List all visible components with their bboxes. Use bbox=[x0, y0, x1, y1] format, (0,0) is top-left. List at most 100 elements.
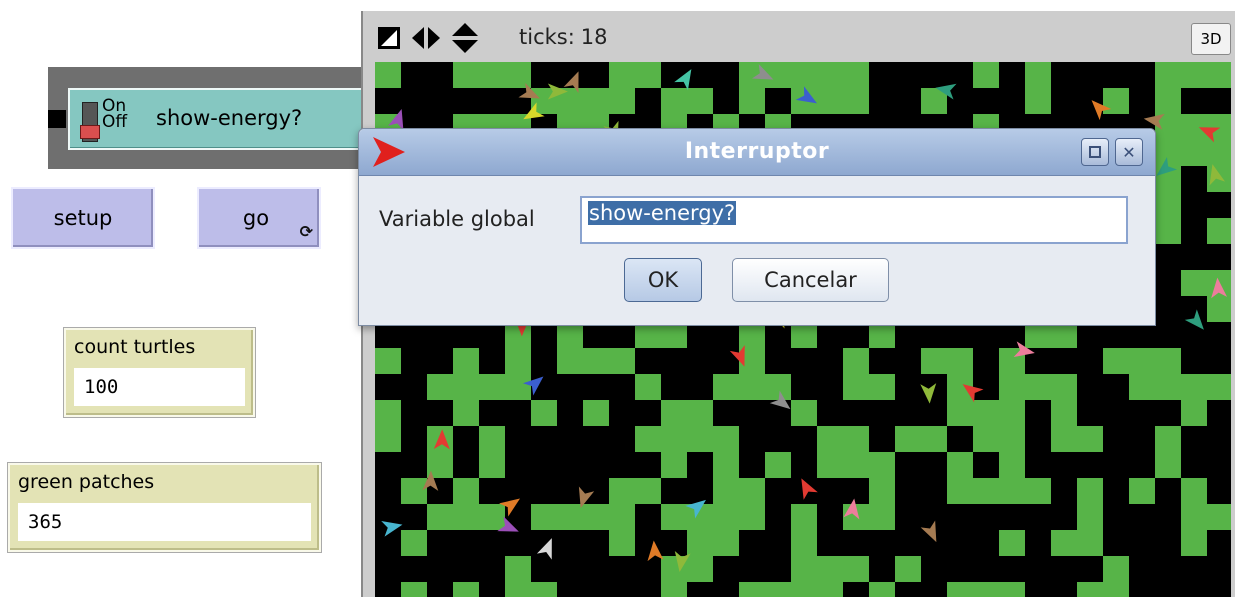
ticks-label: ticks: bbox=[519, 25, 575, 49]
count-turtles-monitor: count turtles 100 bbox=[64, 328, 255, 417]
toggle-track[interactable] bbox=[80, 102, 100, 142]
green-patch bbox=[1207, 296, 1231, 322]
green-patch bbox=[1025, 478, 1051, 504]
green-patch bbox=[739, 478, 765, 504]
green-patch bbox=[635, 374, 661, 400]
dialog-title: Interruptor bbox=[684, 139, 830, 164]
toggle-knob[interactable] bbox=[80, 125, 100, 139]
3d-view-button[interactable]: 3D bbox=[1191, 23, 1231, 55]
green-patch bbox=[1077, 504, 1103, 530]
green-patch bbox=[791, 582, 817, 597]
green-patch bbox=[1207, 140, 1231, 166]
widget-resize-handle[interactable] bbox=[48, 110, 66, 128]
forever-icon: ⟳ bbox=[299, 222, 313, 241]
green-patch bbox=[687, 426, 713, 452]
green-patch bbox=[999, 400, 1025, 426]
green-patch bbox=[921, 348, 947, 374]
green-patch bbox=[791, 504, 817, 530]
dialog-titlebar[interactable]: Interruptor ✕ bbox=[359, 129, 1155, 176]
green-patch bbox=[791, 530, 817, 556]
switch-edit-dialog: Interruptor ✕ Variable global show-energ… bbox=[358, 128, 1156, 326]
green-patch bbox=[947, 478, 973, 504]
green-patch bbox=[843, 374, 869, 400]
green-patch bbox=[713, 478, 739, 504]
green-patch bbox=[687, 556, 713, 582]
green-patch bbox=[947, 452, 973, 478]
green-patch bbox=[1025, 88, 1051, 114]
green-patch bbox=[765, 582, 791, 597]
green-patch bbox=[947, 348, 973, 374]
green-patch bbox=[713, 530, 739, 556]
green-patch bbox=[401, 582, 427, 597]
green-patch bbox=[1155, 218, 1181, 244]
monitor-label: count turtles bbox=[74, 336, 196, 358]
close-icon[interactable]: ✕ bbox=[1115, 138, 1143, 166]
green-patch bbox=[375, 348, 401, 374]
green-patch bbox=[869, 478, 895, 504]
green-patch bbox=[1129, 374, 1155, 400]
green-patch bbox=[687, 400, 713, 426]
green-patch bbox=[1155, 374, 1181, 400]
green-patch bbox=[1129, 478, 1155, 504]
monitor-label: green patches bbox=[18, 471, 155, 493]
green-patch bbox=[1181, 478, 1207, 504]
go-button[interactable]: go ⟳ bbox=[197, 187, 321, 249]
green-patch bbox=[1129, 348, 1155, 374]
green-patch bbox=[817, 88, 843, 114]
green-patch bbox=[453, 348, 479, 374]
green-patch bbox=[973, 62, 999, 88]
green-patch bbox=[557, 348, 583, 374]
ticks-counter: ticks: 18 bbox=[519, 25, 608, 49]
ok-button[interactable]: OK bbox=[624, 258, 702, 302]
show-energy-switch[interactable]: On Off show-energy? bbox=[68, 88, 374, 150]
green-patch bbox=[765, 452, 791, 478]
green-patch bbox=[947, 582, 973, 597]
green-patch bbox=[609, 62, 635, 88]
green-patch bbox=[1155, 192, 1181, 218]
cancel-button[interactable]: Cancelar bbox=[732, 258, 889, 302]
green-patch bbox=[1181, 530, 1207, 556]
green-patch bbox=[609, 348, 635, 374]
setup-button[interactable]: setup bbox=[11, 187, 155, 249]
green-patch bbox=[1155, 62, 1181, 88]
speed-icon[interactable] bbox=[377, 26, 401, 50]
restore-icon[interactable] bbox=[1081, 138, 1109, 166]
green-patch bbox=[1051, 374, 1077, 400]
green-patch bbox=[401, 530, 427, 556]
monitor-value: 100 bbox=[74, 368, 245, 406]
green-patch bbox=[1207, 504, 1231, 530]
green-patch bbox=[739, 582, 765, 597]
green-patch bbox=[1181, 374, 1207, 400]
green-patch bbox=[791, 62, 817, 88]
variable-global-input[interactable]: show-energy? bbox=[580, 196, 1128, 244]
green-patch bbox=[895, 556, 921, 582]
green-patch bbox=[1155, 88, 1181, 114]
green-patch bbox=[687, 88, 713, 114]
green-patch bbox=[505, 348, 531, 374]
green-patch bbox=[479, 62, 505, 88]
green-patch bbox=[843, 426, 869, 452]
green-patch bbox=[1181, 114, 1207, 140]
green-patches-monitor: green patches 365 bbox=[8, 463, 321, 552]
green-patch bbox=[661, 582, 687, 597]
green-patch bbox=[817, 62, 843, 88]
green-patch bbox=[375, 400, 401, 426]
green-patch bbox=[1155, 140, 1181, 166]
green-patch bbox=[479, 426, 505, 452]
green-patch bbox=[921, 426, 947, 452]
green-patch bbox=[427, 504, 453, 530]
view-toolbar: ticks: 18 3D bbox=[363, 11, 1235, 62]
monitor-value: 365 bbox=[18, 503, 311, 541]
green-patch bbox=[1181, 270, 1207, 296]
green-patch bbox=[1181, 62, 1207, 88]
vertical-wrap-icon[interactable] bbox=[451, 22, 479, 54]
horizontal-wrap-icon[interactable] bbox=[411, 26, 441, 50]
variable-global-value: show-energy? bbox=[588, 201, 737, 225]
green-patch bbox=[479, 504, 505, 530]
green-patch bbox=[999, 478, 1025, 504]
green-patch bbox=[1207, 218, 1231, 244]
green-patch bbox=[1207, 374, 1231, 400]
green-patch bbox=[713, 374, 739, 400]
green-patch bbox=[531, 582, 557, 597]
variable-global-label: Variable global bbox=[379, 207, 535, 231]
